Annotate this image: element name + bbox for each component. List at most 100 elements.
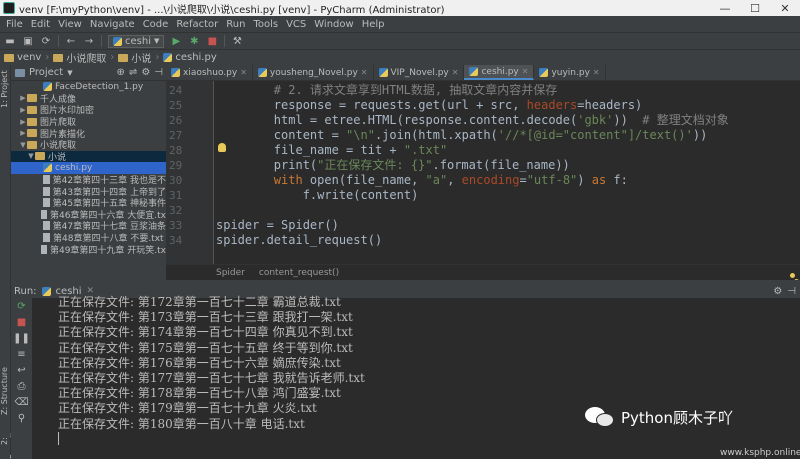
code-line[interactable]: 33 spider = Spider() [166, 218, 800, 233]
breadcrumb: venv › 小说爬取 › 小说 › ceshi.py [0, 49, 800, 65]
code-line[interactable]: 28 file_name = tit + ".txt" [166, 143, 800, 158]
tree-item[interactable]: ▶ 千人成像 [11, 93, 166, 105]
close-button[interactable]: ✕ [770, 0, 800, 16]
menu-help[interactable]: Help [358, 19, 389, 30]
wechat-logo-icon [585, 405, 615, 429]
code-line[interactable]: 29 print("正在保存文件: {}".format(file_name)) [166, 158, 800, 173]
save-icon[interactable]: ▣ [22, 35, 34, 47]
close-icon[interactable]: ✕ [240, 68, 247, 77]
menu-edit[interactable]: Edit [27, 19, 54, 30]
tree-item[interactable]: ▼ 小说 [11, 150, 166, 163]
tree-item[interactable]: 第42章第四十三章 我也是不 [11, 174, 166, 185]
tree-item[interactable]: 第43章第四十四章 上帝到了 [11, 185, 166, 197]
stop-icon[interactable]: ■ [11, 314, 32, 330]
chevron-right-icon[interactable]: ▶ [19, 106, 27, 114]
soft-wrap-icon[interactable]: ↩ [11, 362, 32, 378]
pause-icon[interactable]: ❚❚ [11, 330, 32, 346]
editor-tab[interactable]: yuyin.py ✕ [534, 65, 606, 80]
globe-icon[interactable]: ⊕ [117, 67, 125, 78]
chevron-right-icon[interactable]: ▶ [19, 118, 27, 126]
chevron-down-icon[interactable]: ▼ [19, 141, 27, 149]
project-side-tab[interactable]: 1: Project [0, 67, 11, 112]
menu-navigate[interactable]: Navigate [86, 19, 139, 30]
structure-side-tab[interactable]: Z: Structure [0, 365, 11, 417]
menu-window[interactable]: Window [310, 19, 357, 30]
run-icon[interactable]: ▶ [170, 35, 182, 47]
editor-tab[interactable]: VIP_Novel.py ✕ [374, 65, 465, 80]
menu-view[interactable]: View [54, 19, 86, 30]
tree-item-label: 千人成像 [40, 94, 77, 105]
close-icon[interactable]: ✕ [361, 68, 368, 77]
tree-item[interactable]: FaceDetection_1.py [11, 81, 166, 93]
code-line[interactable]: 32 [166, 203, 800, 218]
trash-icon[interactable]: ⌫ [11, 394, 32, 410]
chevron-right-icon[interactable]: ▶ [19, 129, 27, 137]
tree-item[interactable]: ▶ 图片水印加密 [11, 104, 166, 116]
menu-refactor[interactable]: Refactor [172, 19, 222, 30]
tree-item[interactable]: ▶ 图片爬取 [11, 116, 166, 127]
tree-item[interactable]: 第47章第四十七章 豆浆油条 [11, 220, 166, 232]
menu-code[interactable]: Code [139, 19, 173, 30]
menu-vcs[interactable]: VCS [282, 19, 310, 30]
breadcrumb-venv[interactable]: venv [4, 52, 41, 63]
code-line[interactable]: 30 with open(file_name, "a", encoding="u… [166, 173, 800, 188]
chevron-down-icon[interactable]: ▼ [27, 152, 35, 160]
line-number: 32 [169, 204, 183, 217]
minimize-button[interactable]: — [710, 0, 740, 16]
pin-icon[interactable]: ⚲ [11, 410, 32, 426]
print-icon[interactable]: ⎙ [11, 378, 32, 394]
tree-item[interactable]: 第45章第四十五章 神秘事件 [11, 197, 166, 209]
dump-threads-icon[interactable]: ≡ [11, 346, 32, 362]
editor-tab[interactable]: ceshi.py ✕ [464, 65, 535, 80]
menu-tools[interactable]: Tools [249, 19, 282, 30]
code-line[interactable]: 31 f.write(content) [166, 188, 800, 203]
breadcrumb-novel-crawl[interactable]: 小说爬取 [53, 50, 106, 65]
close-icon[interactable]: ✕ [593, 68, 600, 77]
project-panel-title[interactable]: Project [29, 67, 63, 78]
breadcrumb-novel[interactable]: 小说 [118, 50, 151, 65]
breadcrumb-ceshi[interactable]: ceshi.py [163, 52, 217, 63]
code-line[interactable]: 26 html = etree.HTML(response.content.de… [166, 113, 800, 128]
code-line[interactable]: 24 # 2. 请求文章享到HTML数据, 抽取文章内容并保存 [166, 83, 800, 98]
forward-arrow-icon[interactable]: → [83, 35, 95, 47]
hide-icon[interactable]: ⊣ [787, 286, 796, 297]
maximize-button[interactable]: ☐ [740, 0, 770, 16]
toolbar-separator [101, 35, 102, 47]
chevron-down-icon[interactable]: ▼ [67, 69, 72, 77]
gear-icon[interactable]: ⚙ [773, 286, 782, 297]
back-arrow-icon[interactable]: ← [65, 35, 77, 47]
tree-item[interactable]: ▼ 小说爬取 [11, 139, 166, 151]
tree-item[interactable]: 第46章第四十六章 大便宜.tx [11, 209, 166, 220]
code-area[interactable]: 24 # 2. 请求文章享到HTML数据, 抽取文章内容并保存 25 respon… [166, 81, 800, 264]
tree-item[interactable]: 第49章第四十九章 开玩笑.tx [11, 243, 166, 255]
tree-item[interactable]: 第48章第四十八章 不要.txt [11, 232, 166, 243]
code-line[interactable]: 25 response = requests.get(url + src, he… [166, 98, 800, 113]
editor-breadcrumb: Spider content_request() [166, 264, 800, 280]
tree-item[interactable]: ceshi.py [11, 162, 166, 174]
editor-tab[interactable]: yousheng_Novel.py ✕ [253, 65, 374, 80]
code-line[interactable]: 27 content = "\n".join(html.xpath('//*[@… [166, 128, 800, 143]
rerun-icon[interactable]: ⟳ [11, 298, 32, 314]
chevron-right-icon[interactable]: ▶ [19, 94, 27, 102]
close-icon[interactable]: ✕ [452, 68, 459, 77]
menu-file[interactable]: File [2, 19, 27, 30]
menu-run[interactable]: Run [222, 19, 249, 30]
lightbulb-icon[interactable] [218, 143, 226, 152]
sync-icon[interactable]: ⟳ [40, 35, 52, 47]
editor-tab[interactable]: xiaoshuo.py ✕ [166, 65, 253, 80]
close-icon[interactable]: ✕ [522, 67, 529, 76]
collapse-icon[interactable]: ⇌ [129, 67, 137, 78]
debug-icon[interactable]: ✱ [188, 35, 200, 47]
editor-crumb-method[interactable]: content_request() [259, 268, 339, 278]
run-config-select[interactable]: ceshi ▼ [108, 34, 165, 48]
tree-item[interactable]: ▶ 图片素描化 [11, 127, 166, 139]
editor-crumb-class[interactable]: Spider [216, 268, 245, 278]
console-output[interactable]: 正在保存文件: 第172章第一百七十二章 霸道总裁.txt 正在保存文件: 第17… [32, 295, 800, 459]
favorites-side-tab[interactable]: 2: Favorites [0, 423, 18, 459]
open-folder-icon[interactable]: ▬ [4, 35, 16, 47]
wrench-icon[interactable]: ⚒ [231, 35, 243, 47]
hide-icon[interactable]: ⊣ [154, 67, 163, 78]
stop-icon[interactable]: ■ [206, 35, 218, 47]
gear-icon[interactable]: ⚙ [141, 67, 150, 78]
code-line[interactable]: 34 spider.detail_request() [166, 233, 800, 248]
